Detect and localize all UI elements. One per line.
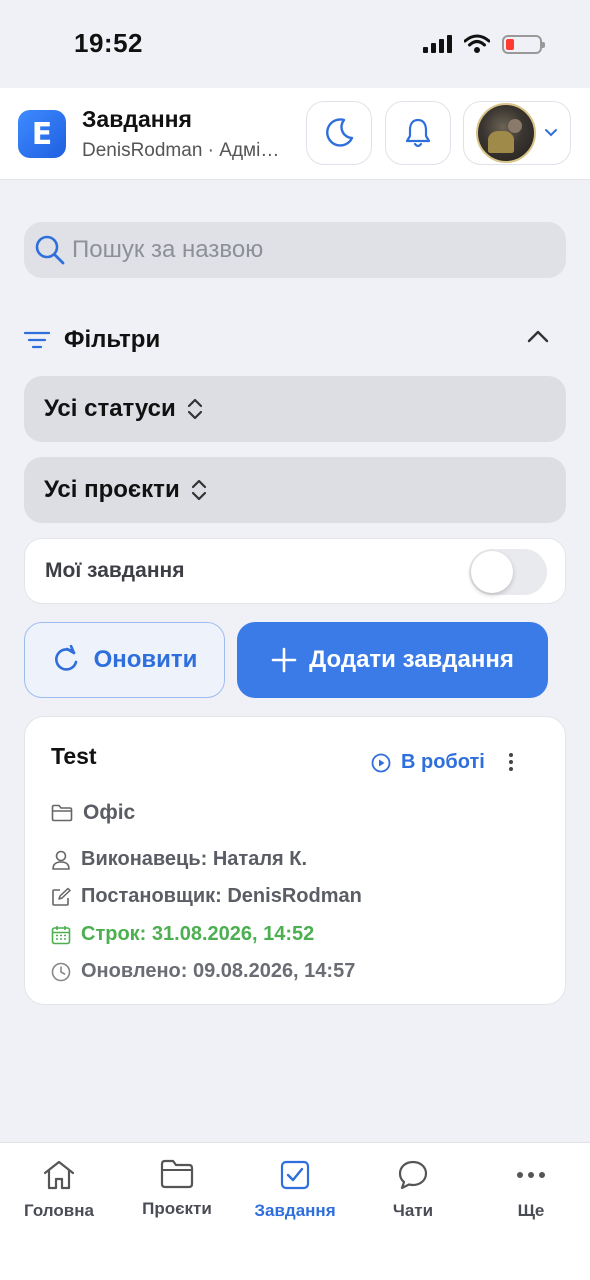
filter-icon	[24, 331, 50, 349]
add-task-button[interactable]: Додати завдання	[237, 622, 548, 698]
task-more-icon[interactable]	[509, 753, 513, 771]
bottom-nav: Головна Проєкти Завдання Чати Ще	[0, 1142, 590, 1280]
moon-icon	[326, 118, 354, 147]
add-task-label: Додати завдання	[309, 646, 514, 673]
plus-icon	[271, 647, 297, 673]
refresh-icon	[54, 645, 77, 671]
task-project-name: Офіс	[83, 801, 136, 824]
status-filter-value: Усі статуси	[44, 395, 176, 422]
nav-item-tasks[interactable]: Завдання	[236, 1159, 354, 1221]
nav-label-more: Ще	[517, 1201, 545, 1220]
task-deadline-text: Строк: 31.08.2026, 14:52	[81, 923, 315, 945]
task-card[interactable]: Test В роботі Офіс Виконавець: Наталя К.…	[24, 716, 566, 1005]
app-logo-letter: E	[31, 116, 53, 152]
chat-icon	[398, 1160, 428, 1190]
task-creator-text: Постановщик: DenisRodman	[81, 885, 362, 907]
my-tasks-toggle[interactable]	[469, 549, 547, 595]
edit-icon	[52, 887, 71, 906]
nav-label-tasks: Завдання	[254, 1201, 336, 1220]
checkbox-icon	[280, 1160, 310, 1190]
app-header: E Завдання DenisRodman · Адмі…	[0, 88, 590, 180]
battery-icon	[502, 34, 545, 54]
task-project: Офіс	[51, 801, 135, 825]
avatar	[476, 103, 536, 163]
filters-label: Фільтри	[64, 326, 161, 353]
task-status-label: В роботі	[401, 751, 485, 773]
more-icon	[517, 1172, 545, 1178]
nav-label-home: Головна	[24, 1201, 94, 1220]
toggle-knob	[471, 551, 513, 593]
project-filter-select[interactable]: Усі проєкти	[24, 457, 566, 523]
bell-icon	[405, 118, 431, 148]
search-bar	[24, 222, 566, 278]
nav-label-chats: Чати	[392, 1201, 434, 1220]
folder-icon	[51, 804, 73, 822]
chevron-down-icon	[545, 129, 557, 137]
cellular-signal-icon	[423, 35, 452, 53]
project-filter-value: Усі проєкти	[44, 476, 180, 503]
task-title: Test	[51, 743, 97, 769]
home-icon	[43, 1160, 75, 1190]
refresh-label: Оновити	[93, 646, 198, 673]
status-bar: 19:52	[0, 0, 590, 88]
task-status-badge[interactable]: В роботі	[371, 751, 485, 774]
task-assignee-text: Виконавець: Наталя К.	[81, 848, 308, 870]
play-circle-icon	[371, 753, 391, 772]
my-tasks-row: Мої завдання	[24, 538, 566, 604]
notifications-button[interactable]	[385, 101, 451, 165]
nav-item-projects[interactable]: Проєкти	[118, 1159, 236, 1219]
calendar-icon	[51, 925, 71, 944]
status-time: 19:52	[74, 28, 143, 58]
chevron-up-icon[interactable]	[526, 328, 550, 344]
task-deadline: Строк: 31.08.2026, 14:52	[51, 923, 314, 946]
app-logo-icon[interactable]: E	[18, 110, 66, 158]
task-assignee: Виконавець: Наталя К.	[51, 848, 307, 871]
theme-toggle-button[interactable]	[306, 101, 372, 165]
task-updated-text: Оновлено: 09.08.2026, 14:57	[81, 960, 356, 982]
chevron-up-down-icon	[191, 479, 206, 501]
wifi-icon	[464, 34, 490, 53]
profile-menu-button[interactable]	[463, 101, 571, 165]
clock-icon	[51, 962, 71, 981]
status-icons	[423, 34, 545, 54]
my-tasks-label: Мої завдання	[45, 559, 185, 582]
task-creator: Постановщик: DenisRodman	[51, 885, 362, 908]
user-subtitle: DenisRodman · Адмі…	[82, 140, 280, 161]
page-title: Завдання	[82, 106, 192, 132]
task-updated: Оновлено: 09.08.2026, 14:57	[51, 960, 355, 983]
user-icon	[52, 850, 70, 870]
refresh-button[interactable]: Оновити	[24, 622, 225, 698]
search-icon	[35, 235, 65, 265]
filters-header[interactable]: Фільтри	[24, 322, 566, 358]
search-input[interactable]	[72, 236, 542, 264]
status-filter-select[interactable]: Усі статуси	[24, 376, 566, 442]
chevron-up-down-icon	[187, 398, 202, 420]
nav-item-home[interactable]: Головна	[0, 1159, 118, 1221]
nav-item-more[interactable]: Ще	[472, 1159, 590, 1221]
nav-label-projects: Проєкти	[142, 1199, 212, 1218]
nav-item-chats[interactable]: Чати	[354, 1159, 472, 1221]
folder-icon	[160, 1159, 194, 1189]
